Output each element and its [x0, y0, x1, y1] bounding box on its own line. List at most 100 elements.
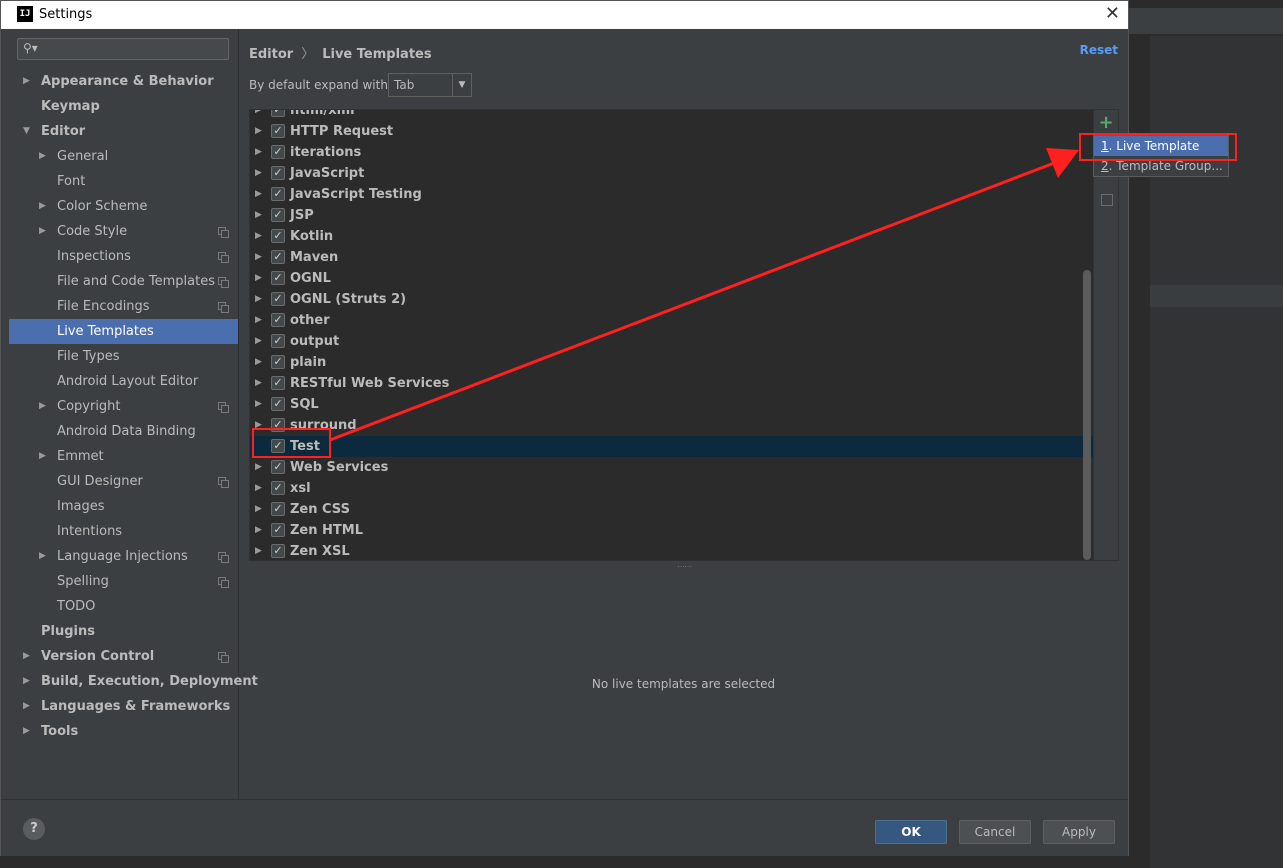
sidebar-item-code-style[interactable]: ▶ Code Style: [9, 219, 238, 244]
chevron-right-icon[interactable]: ▶: [23, 669, 30, 694]
template-group-other[interactable]: ▶ ✓ other: [250, 310, 1093, 331]
template-group-restful-web-services[interactable]: ▶ ✓ RESTful Web Services: [250, 373, 1093, 394]
template-group-checkbox[interactable]: ✓: [271, 355, 285, 369]
chevron-right-icon[interactable]: ▶: [255, 268, 262, 289]
template-group-checkbox[interactable]: ✓: [271, 544, 285, 558]
copy-icon[interactable]: [1101, 194, 1113, 206]
sidebar-item-editor[interactable]: ▼ Editor: [9, 119, 238, 144]
chevron-right-icon[interactable]: ▶: [255, 184, 262, 205]
chevron-right-icon[interactable]: ▶: [255, 226, 262, 247]
splitter-handle[interactable]: ⋯⋯: [677, 562, 692, 571]
template-group-checkbox[interactable]: ✓: [271, 124, 285, 138]
chevron-right-icon[interactable]: ▶: [255, 289, 262, 310]
chevron-right-icon[interactable]: ▶: [255, 142, 262, 163]
sidebar-item-gui-designer[interactable]: GUI Designer: [9, 469, 238, 494]
template-group-zen-html[interactable]: ▶ ✓ Zen HTML: [250, 520, 1093, 541]
sidebar-item-version-control[interactable]: ▶ Version Control: [9, 644, 238, 669]
chevron-right-icon[interactable]: ▶: [39, 144, 46, 169]
chevron-down-icon[interactable]: ▼: [23, 119, 30, 144]
chevron-right-icon[interactable]: ▶: [255, 331, 262, 352]
template-group-checkbox[interactable]: ✓: [271, 334, 285, 348]
chevron-right-icon[interactable]: ▶: [255, 541, 262, 560]
template-group-checkbox[interactable]: ✓: [271, 229, 285, 243]
sidebar-item-intentions[interactable]: Intentions: [9, 519, 238, 544]
sidebar-item-appearance-behavior[interactable]: ▶ Appearance & Behavior: [9, 69, 238, 94]
template-group-plain[interactable]: ▶ ✓ plain: [250, 352, 1093, 373]
template-group-surround[interactable]: ▶ ✓ surround: [250, 415, 1093, 436]
template-group-checkbox[interactable]: ✓: [271, 376, 285, 390]
template-group-zen-xsl[interactable]: ▶ ✓ Zen XSL: [250, 541, 1093, 560]
template-group-javascript-testing[interactable]: ▶ ✓ JavaScript Testing: [250, 184, 1093, 205]
sidebar-item-tools[interactable]: ▶ Tools: [9, 719, 238, 744]
chevron-right-icon[interactable]: ▶: [23, 69, 30, 94]
template-group-checkbox[interactable]: ✓: [271, 271, 285, 285]
help-button[interactable]: ?: [23, 818, 45, 840]
apply-button[interactable]: Apply: [1043, 820, 1115, 844]
template-group-http-request[interactable]: ▶ ✓ HTTP Request: [250, 121, 1093, 142]
chevron-right-icon[interactable]: ▶: [39, 444, 46, 469]
chevron-right-icon[interactable]: ▶: [255, 110, 262, 121]
template-group-xsl[interactable]: ▶ ✓ xsl: [250, 478, 1093, 499]
chevron-right-icon[interactable]: ▶: [255, 394, 262, 415]
template-group-javascript[interactable]: ▶ ✓ JavaScript: [250, 163, 1093, 184]
template-group-checkbox[interactable]: ✓: [271, 187, 285, 201]
sidebar-item-spelling[interactable]: Spelling: [9, 569, 238, 594]
template-group-checkbox[interactable]: ✓: [271, 110, 285, 117]
cancel-button[interactable]: Cancel: [959, 820, 1031, 844]
chevron-right-icon[interactable]: ▶: [255, 520, 262, 541]
template-group-list[interactable]: ▶ ✓ html/xml ▶ ✓ HTTP Request ▶ ✓ iterations ▶ ✓ Ja…: [249, 109, 1094, 561]
chevron-right-icon[interactable]: ▶: [255, 205, 262, 226]
reset-link[interactable]: Reset: [1080, 43, 1118, 57]
sidebar-item-font[interactable]: Font: [9, 169, 238, 194]
chevron-right-icon[interactable]: ▶: [23, 719, 30, 744]
template-group-checkbox[interactable]: ✓: [271, 250, 285, 264]
breadcrumb-editor[interactable]: Editor: [249, 47, 293, 62]
template-group-test[interactable]: ✓ Test: [250, 436, 1093, 457]
chevron-right-icon[interactable]: ▶: [255, 352, 262, 373]
sidebar-item-android-data-binding[interactable]: Android Data Binding: [9, 419, 238, 444]
template-group-ognl-struts-2[interactable]: ▶ ✓ OGNL (Struts 2): [250, 289, 1093, 310]
sidebar-item-file-and-code-templates[interactable]: File and Code Templates: [9, 269, 238, 294]
template-group-checkbox[interactable]: ✓: [271, 292, 285, 306]
list-scrollbar[interactable]: [1083, 270, 1091, 560]
sidebar-item-images[interactable]: Images: [9, 494, 238, 519]
expand-with-select[interactable]: Tab ▼: [388, 73, 472, 97]
template-group-checkbox[interactable]: ✓: [271, 523, 285, 537]
chevron-right-icon[interactable]: ▶: [255, 121, 262, 142]
sidebar-item-file-encodings[interactable]: File Encodings: [9, 294, 238, 319]
chevron-right-icon[interactable]: ▶: [39, 394, 46, 419]
template-group-maven[interactable]: ▶ ✓ Maven: [250, 247, 1093, 268]
template-group-ognl[interactable]: ▶ ✓ OGNL: [250, 268, 1093, 289]
sidebar-item-languages-frameworks[interactable]: ▶ Languages & Frameworks: [9, 694, 238, 719]
template-group-checkbox[interactable]: ✓: [271, 313, 285, 327]
sidebar-item-inspections[interactable]: Inspections: [9, 244, 238, 269]
sidebar-item-language-injections[interactable]: ▶ Language Injections: [9, 544, 238, 569]
chevron-right-icon[interactable]: ▶: [255, 478, 262, 499]
sidebar-item-general[interactable]: ▶ General: [9, 144, 238, 169]
chevron-right-icon[interactable]: ▶: [255, 373, 262, 394]
chevron-right-icon[interactable]: ▶: [23, 644, 30, 669]
sidebar-item-android-layout-editor[interactable]: Android Layout Editor: [9, 369, 238, 394]
sidebar-item-todo[interactable]: TODO: [9, 594, 238, 619]
template-group-checkbox[interactable]: ✓: [271, 460, 285, 474]
template-group-checkbox[interactable]: ✓: [271, 145, 285, 159]
chevron-right-icon[interactable]: ▶: [39, 219, 46, 244]
template-group-sql[interactable]: ▶ ✓ SQL: [250, 394, 1093, 415]
close-icon[interactable]: ✕: [1105, 3, 1120, 24]
sidebar-item-keymap[interactable]: Keymap: [9, 94, 238, 119]
template-group-output[interactable]: ▶ ✓ output: [250, 331, 1093, 352]
chevron-right-icon[interactable]: ▶: [23, 694, 30, 719]
template-group-checkbox[interactable]: ✓: [271, 481, 285, 495]
template-group-jsp[interactable]: ▶ ✓ JSP: [250, 205, 1093, 226]
template-group-checkbox[interactable]: ✓: [271, 208, 285, 222]
add-icon[interactable]: +: [1097, 114, 1115, 132]
sidebar-item-copyright[interactable]: ▶ Copyright: [9, 394, 238, 419]
sidebar-item-plugins[interactable]: Plugins: [9, 619, 238, 644]
search-input[interactable]: ⚲▾: [17, 38, 229, 60]
sidebar-item-file-types[interactable]: File Types: [9, 344, 238, 369]
template-group-checkbox[interactable]: ✓: [271, 502, 285, 516]
template-group-checkbox[interactable]: ✓: [271, 397, 285, 411]
template-group-html-xml[interactable]: ▶ ✓ html/xml: [250, 110, 1093, 121]
template-group-zen-css[interactable]: ▶ ✓ Zen CSS: [250, 499, 1093, 520]
chevron-right-icon[interactable]: ▶: [255, 457, 262, 478]
